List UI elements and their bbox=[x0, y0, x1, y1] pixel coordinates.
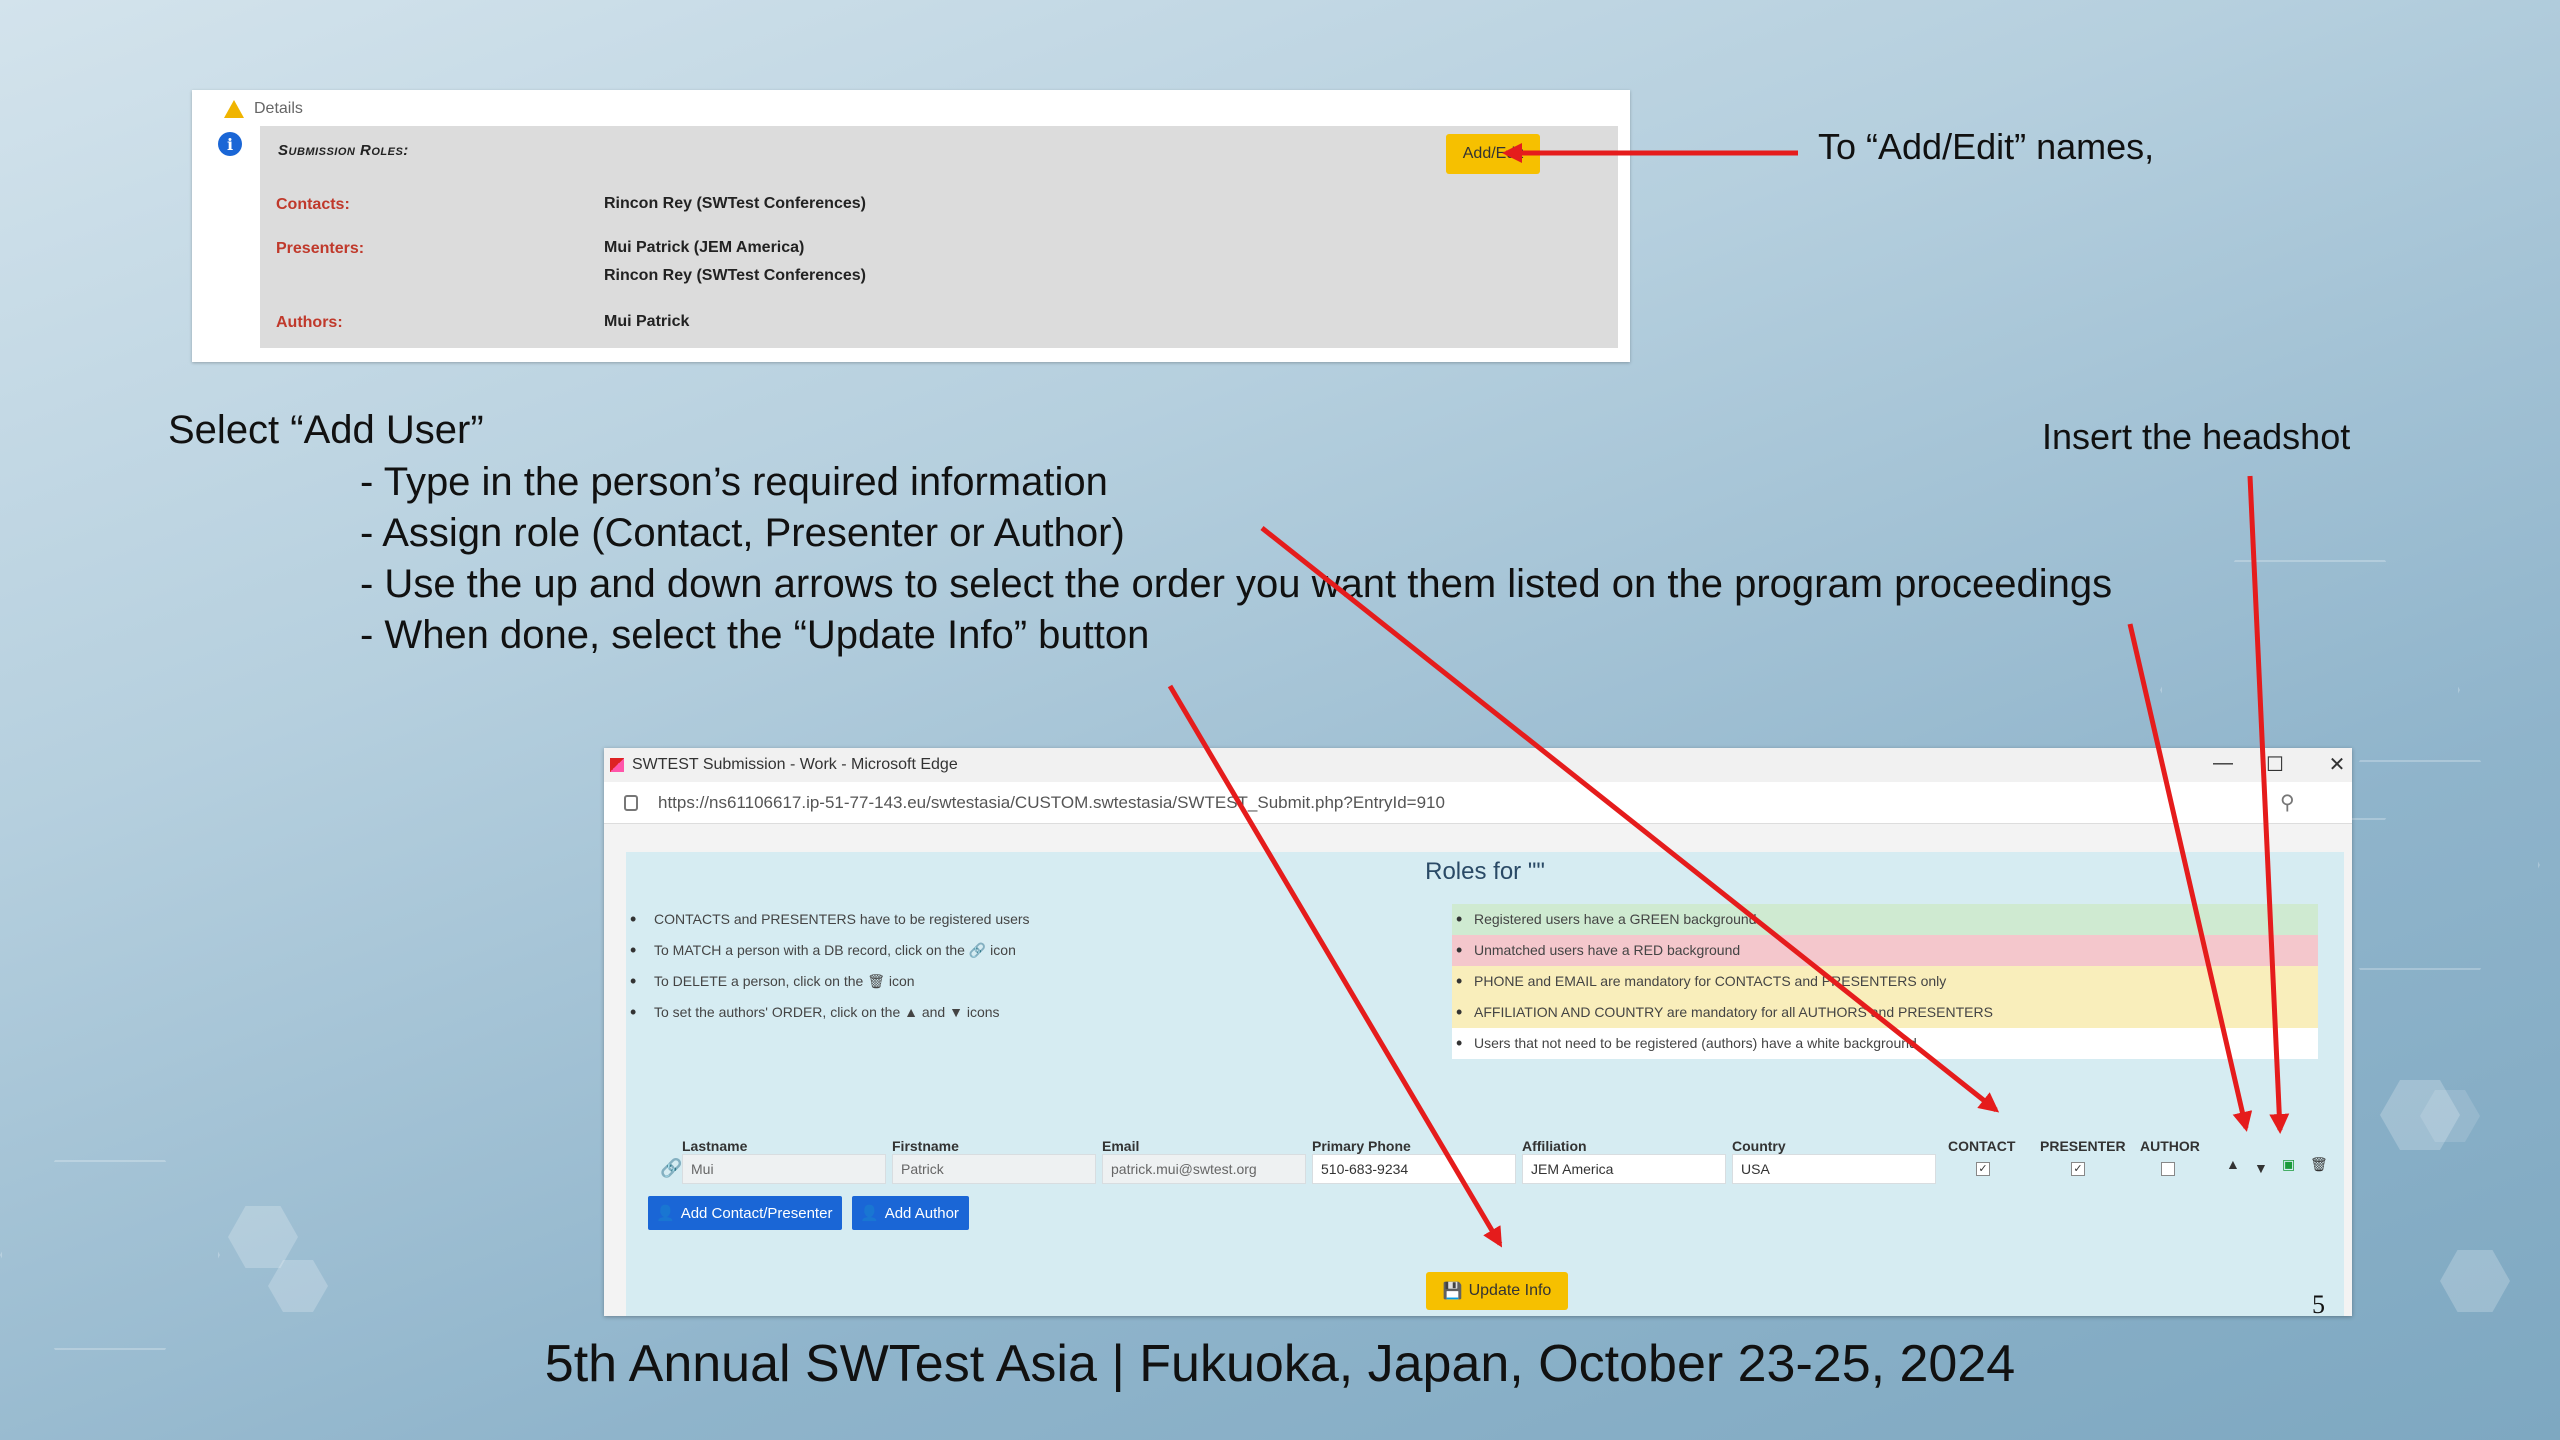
headshot-callout: Insert the headshot bbox=[2042, 416, 2351, 457]
browser-window: SWTEST Submission - Work - Microsoft Edg… bbox=[604, 748, 2352, 1316]
add-user-icon: 👤 bbox=[656, 1205, 675, 1222]
presenter-checkbox[interactable]: ✓ bbox=[2071, 1162, 2085, 1176]
email-field[interactable]: patrick.mui@swtest.org bbox=[1102, 1154, 1306, 1184]
add-contact-presenter-button[interactable]: 👤 Add Contact/Presenter bbox=[648, 1196, 843, 1230]
instruction-step: - When done, select the “Update Info” bu… bbox=[360, 613, 1150, 657]
add-edit-callout: To “Add/Edit” names, bbox=[1818, 126, 2155, 167]
submission-roles-title: Submission Roles: bbox=[278, 142, 409, 159]
move-down-icon[interactable]: ▼ bbox=[2254, 1160, 2268, 1176]
note-item: PHONE and EMAIL are mandatory for CONTAC… bbox=[1452, 966, 2318, 997]
instructions-title: Select “Add User” bbox=[168, 408, 484, 452]
contacts-label: Contacts: bbox=[276, 196, 350, 213]
col-email: Email bbox=[1102, 1138, 1140, 1154]
close-button[interactable]: ✕ bbox=[2322, 752, 2352, 777]
note-item: AFFILIATION AND COUNTRY are mandatory fo… bbox=[1452, 997, 2318, 1028]
add-edit-button[interactable]: Add/Edit bbox=[1446, 134, 1540, 174]
save-icon: 💾 bbox=[1442, 1283, 1463, 1300]
col-lastname: Lastname bbox=[682, 1138, 748, 1154]
presenters-value-2: Rincon Rey (SWTest Conferences) bbox=[604, 267, 866, 284]
author-checkbox[interactable] bbox=[2161, 1162, 2175, 1176]
add-author-button[interactable]: 👤 Add Author bbox=[852, 1196, 969, 1230]
col-firstname: Firstname bbox=[892, 1138, 959, 1154]
firstname-field[interactable]: Patrick bbox=[892, 1154, 1096, 1184]
affiliation-field[interactable]: JEM America bbox=[1522, 1154, 1726, 1184]
col-phone: Primary Phone bbox=[1312, 1138, 1411, 1154]
instruction-step: - Assign role (Contact, Presenter or Aut… bbox=[360, 511, 1125, 555]
col-country: Country bbox=[1732, 1138, 1786, 1154]
warning-icon bbox=[224, 100, 244, 118]
note-item: Registered users have a GREEN background bbox=[1452, 904, 2318, 935]
authors-label: Authors: bbox=[276, 314, 343, 331]
contacts-value: Rincon Rey (SWTest Conferences) bbox=[604, 195, 866, 212]
note-item: To set the authors' ORDER, click on the … bbox=[626, 997, 1426, 1028]
background-hexagon bbox=[228, 1206, 298, 1268]
background-hexagon bbox=[2440, 1250, 2510, 1312]
col-presenter: PRESENTER bbox=[2040, 1138, 2126, 1154]
roles-page: Roles for "" CONTACTS and PRESENTERS hav… bbox=[626, 852, 2344, 1316]
note-item: To DELETE a person, click on the 🗑 icon bbox=[626, 966, 1426, 997]
col-author: AUTHOR bbox=[2140, 1138, 2200, 1154]
notes-right: Registered users have a GREEN background… bbox=[1452, 904, 2318, 1059]
add-user-icon: 👤 bbox=[860, 1205, 879, 1222]
add-author-label: Add Author bbox=[884, 1204, 959, 1222]
instruction-step: - Type in the person’s required informat… bbox=[360, 460, 1108, 504]
instruction-step: - Use the up and down arrows to select t… bbox=[360, 562, 2113, 606]
roles-heading: Roles for "" bbox=[1425, 858, 1545, 885]
lastname-field[interactable]: Mui bbox=[682, 1154, 886, 1184]
info-icon[interactable]: i bbox=[218, 132, 242, 156]
details-label: Details bbox=[254, 100, 303, 117]
browser-titlebar: SWTEST Submission - Work - Microsoft Edg… bbox=[604, 748, 2352, 782]
note-item: Unmatched users have a RED background bbox=[1452, 935, 2318, 966]
presenters-value-1: Mui Patrick (JEM America) bbox=[604, 239, 805, 256]
slide-number: 5 bbox=[2312, 1290, 2325, 1319]
move-up-icon[interactable]: ▲ bbox=[2226, 1156, 2240, 1172]
note-item: CONTACTS and PRESENTERS have to be regis… bbox=[626, 904, 1426, 935]
headshot-icon[interactable]: ▣ bbox=[2282, 1156, 2295, 1173]
delete-icon[interactable]: 🗑 bbox=[2310, 1156, 2328, 1173]
maximize-button[interactable]: ☐ bbox=[2260, 752, 2290, 777]
app-icon bbox=[610, 758, 624, 772]
update-info-button[interactable]: 💾 Update Info bbox=[1426, 1272, 1568, 1310]
lock-icon bbox=[624, 794, 638, 811]
authors-value: Mui Patrick bbox=[604, 313, 690, 330]
presenters-label: Presenters: bbox=[276, 240, 365, 257]
url-text[interactable]: https://ns61106617.ip-51-77-143.eu/swtes… bbox=[658, 793, 1445, 813]
footer-text: 5th Annual SWTest Asia | Fukuoka, Japan,… bbox=[544, 1335, 2016, 1393]
note-item: To MATCH a person with a DB record, clic… bbox=[626, 935, 1426, 966]
details-header: Details bbox=[224, 94, 303, 124]
update-info-label: Update Info bbox=[1468, 1282, 1552, 1299]
contact-checkbox[interactable]: ✓ bbox=[1976, 1162, 1990, 1176]
col-contact: CONTACT bbox=[1948, 1138, 2016, 1154]
zoom-icon[interactable]: ⚲ bbox=[2280, 790, 2295, 815]
submission-roles-box: Submission Roles: Add/Edit Contacts: Rin… bbox=[260, 126, 1618, 348]
col-affiliation: Affiliation bbox=[1522, 1138, 1587, 1154]
country-field[interactable]: USA bbox=[1732, 1154, 1936, 1184]
minimize-button[interactable]: — bbox=[2208, 752, 2238, 775]
background-hexagon bbox=[0, 1160, 220, 1350]
add-contact-label: Add Contact/Presenter bbox=[680, 1204, 833, 1222]
notes-left: CONTACTS and PRESENTERS have to be regis… bbox=[626, 904, 1426, 1028]
window-title: SWTEST Submission - Work - Microsoft Edg… bbox=[632, 756, 958, 773]
note-item: Users that not need to be registered (au… bbox=[1452, 1028, 2318, 1059]
link-icon[interactable]: 🔗 bbox=[660, 1158, 682, 1179]
address-bar[interactable]: https://ns61106617.ip-51-77-143.eu/swtes… bbox=[604, 782, 2352, 824]
submission-details-panel: Details i Submission Roles: Add/Edit Con… bbox=[192, 90, 1630, 362]
phone-field[interactable]: 510-683-9234 bbox=[1312, 1154, 1516, 1184]
